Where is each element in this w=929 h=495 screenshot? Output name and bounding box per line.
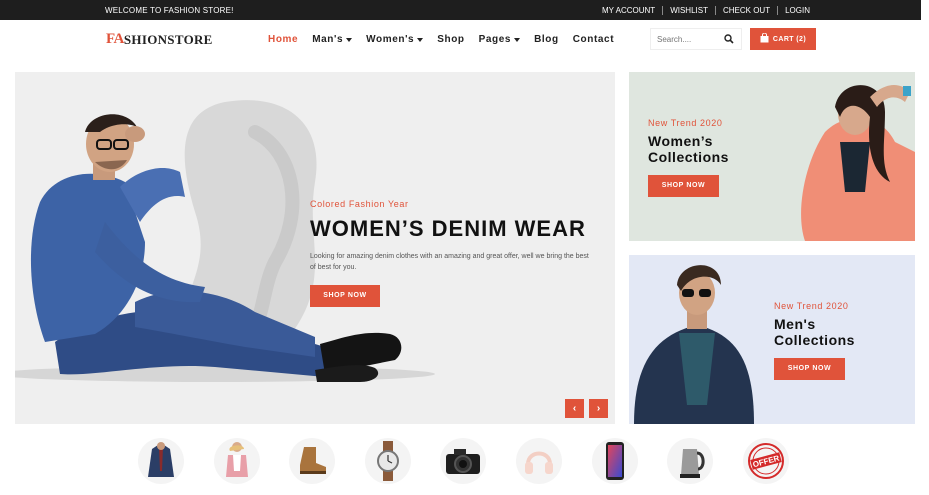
category-boots[interactable] — [289, 438, 336, 484]
kettle-icon — [680, 449, 705, 478]
hero-title: WOMEN’S DENIM WEAR — [310, 216, 586, 241]
jacket-icon — [148, 442, 174, 477]
search-box — [650, 28, 742, 50]
hero-kicker: Colored Fashion Year — [310, 199, 409, 209]
men-collection-banner[interactable]: New Trend 2020 Men's Collections SHOP NO… — [629, 255, 915, 424]
women-banner-title-line2: Collections — [648, 149, 729, 165]
nav-womens[interactable]: Women's — [366, 34, 424, 45]
wishlist-link[interactable]: WISHLIST — [662, 6, 715, 15]
nav-pages[interactable]: Pages — [478, 34, 521, 45]
hero-shop-now-button[interactable]: SHOP NOW — [310, 285, 380, 307]
nav-shop[interactable]: Shop — [437, 34, 464, 45]
login-link[interactable]: LOGIN — [777, 6, 817, 15]
women-banner-title: Women’s Collections — [648, 133, 729, 165]
men-shop-now-button[interactable]: SHOP NOW — [774, 358, 845, 380]
category-offers[interactable]: OFFER — [742, 438, 789, 484]
nav-pages-label: Pages — [478, 34, 512, 45]
my-account-link[interactable]: MY ACCOUNT — [595, 6, 662, 15]
category-headphones[interactable] — [515, 438, 562, 484]
main-nav: Home Man's Women's Shop Pages Blog Conta… — [268, 34, 628, 45]
logo[interactable]: FA SHIONSTORE — [106, 31, 213, 48]
women-shop-now-button[interactable]: SHOP NOW — [648, 175, 719, 197]
men-banner-title: Men's Collections — [774, 316, 855, 348]
search-icon[interactable] — [724, 34, 734, 46]
cart-label: CART (2) — [772, 35, 807, 43]
men-banner-kicker: New Trend 2020 — [774, 301, 849, 311]
chevron-right-icon: › — [596, 403, 601, 414]
nav-contact[interactable]: Contact — [573, 34, 614, 45]
offer-stamp-text: OFFER — [752, 454, 781, 470]
offer-stamp-icon: OFFER — [747, 443, 784, 479]
nav-shop-label: Shop — [437, 34, 465, 45]
hero-content: Colored Fashion Year WOMEN’S DENIM WEAR … — [310, 199, 590, 307]
category-women-outfit[interactable] — [213, 438, 260, 484]
header: FA SHIONSTORE Home Man's Women's Shop Pa… — [0, 20, 921, 62]
women-banner-title-line1: Women’s — [648, 133, 713, 149]
nav-contact-label: Contact — [572, 34, 615, 45]
caret-down-icon — [514, 37, 521, 42]
nav-blog[interactable]: Blog — [534, 34, 559, 45]
boot-icon — [300, 447, 327, 474]
logo-text-store: STORE — [167, 31, 213, 47]
account-links: MY ACCOUNT WISHLIST CHECK OUT LOGIN — [595, 6, 817, 15]
nav-womens-label: Women's — [366, 34, 415, 45]
women-banner-text: New Trend 2020 Women’s Collections SHOP … — [648, 118, 729, 197]
women-collection-banner[interactable]: New Trend 2020 Women’s Collections SHOP … — [629, 72, 915, 241]
checkout-link[interactable]: CHECK OUT — [714, 6, 777, 15]
women-banner-kicker: New Trend 2020 — [648, 118, 723, 128]
category-phones[interactable] — [591, 438, 638, 484]
men-banner-title-line1: Men's — [774, 316, 816, 332]
men-banner-title-line2: Collections — [774, 332, 855, 348]
welcome-text: WELCOME TO FASHION STORE! — [105, 6, 234, 15]
nav-mans-label: Man's — [312, 34, 344, 45]
hero-description: Looking for amazing denim clothes with a… — [310, 253, 589, 271]
female-model-image — [801, 85, 915, 241]
search-input[interactable] — [657, 34, 725, 44]
nav-mans[interactable]: Man's — [312, 34, 353, 45]
logo-text: SHIONSTORE — [124, 32, 213, 48]
chevron-left-icon: ‹ — [572, 403, 577, 414]
watch-icon — [376, 441, 399, 481]
phone-icon — [605, 442, 624, 480]
caret-down-icon — [346, 37, 353, 42]
page: WELCOME TO FASHION STORE! MY ACCOUNT WIS… — [0, 0, 929, 495]
category-kettles[interactable] — [667, 438, 714, 484]
hero-slider: Colored Fashion Year WOMEN’S DENIM WEAR … — [15, 72, 615, 424]
category-cameras[interactable] — [440, 438, 487, 484]
camera-icon — [446, 449, 481, 474]
nav-home-label: Home — [268, 34, 299, 45]
slider-next-button[interactable]: › — [589, 399, 608, 418]
headphones-icon — [524, 451, 553, 474]
cart-button[interactable]: CART (2) — [750, 28, 816, 50]
nav-blog-label: Blog — [534, 34, 559, 45]
shopping-bag-icon — [760, 32, 769, 45]
nav-home[interactable]: Home — [268, 34, 298, 45]
male-model-banner-image — [634, 265, 754, 424]
top-bar: WELCOME TO FASHION STORE! MY ACCOUNT WIS… — [0, 0, 921, 20]
logo-text-shion: SHION — [123, 31, 168, 47]
men-banner-text: New Trend 2020 Men's Collections SHOP NO… — [774, 301, 855, 380]
woman-outfit-icon — [225, 442, 248, 477]
category-strip: OFFER — [138, 438, 818, 484]
category-watches[interactable] — [364, 438, 411, 484]
slider-prev-button[interactable]: ‹ — [565, 399, 584, 418]
caret-down-icon — [417, 37, 424, 42]
category-jacket[interactable] — [138, 438, 184, 484]
logo-mark: FA — [106, 31, 124, 47]
